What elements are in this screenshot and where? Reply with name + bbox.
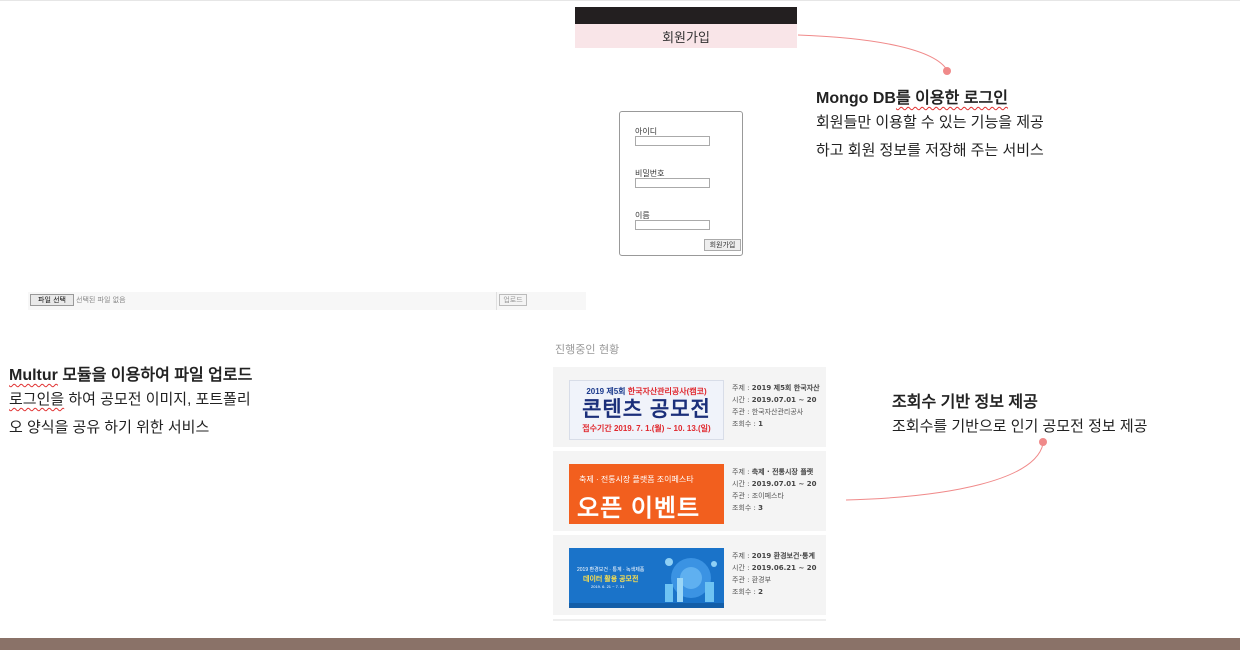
name-input[interactable] xyxy=(635,220,710,230)
contest-host: 조이페스타 xyxy=(751,492,784,500)
upload-bar: 파일 선택 선택된 파일 없음 업로드 xyxy=(28,292,586,310)
signup-form: 아이디 비밀번호 이름 회원가입 xyxy=(619,111,743,256)
contest-meta: 주제 : 축제 · 전통시장 플랫 시간 : 2019.07.01 ~ 20 주… xyxy=(732,466,816,514)
no-file-text: 선택된 파일 없음 xyxy=(76,296,126,304)
upload-feature-line-1-prefix: 로그인을 xyxy=(9,391,65,408)
contest-host: 한국자산관리공사 xyxy=(751,408,804,416)
poster-2-line-1: 축제 · 전통시장 플랫폼 조이페스타 xyxy=(579,475,694,484)
contest-views: 3 xyxy=(758,504,764,512)
host-label: 주관 : xyxy=(732,576,752,584)
time-label: 시간 : xyxy=(732,564,752,572)
poster-1-line-3: 접수기간 2019. 7. 1.(월) ~ 10. 13.(일) xyxy=(582,424,711,433)
progress-section-label: 진행중인 현황 xyxy=(555,343,620,356)
upload-feature-line-1: 로그인을 하여 공모전 이미지, 포트폴리 xyxy=(9,386,251,414)
contest-poster-1[interactable]: 2019 제5회 한국자산관리공사(캠코) 콘텐츠 공모전 접수기간 2019.… xyxy=(569,380,724,440)
host-label: 주관 : xyxy=(732,492,752,500)
views-connector-line xyxy=(845,443,1044,501)
time-label: 시간 : xyxy=(732,396,752,404)
contest-views: 1 xyxy=(758,420,764,428)
contest-subject: 2019 제5회 한국자산 xyxy=(751,384,820,392)
login-feature-line-2: 하고 회원 정보를 저장해 주는 서비스 xyxy=(816,142,1044,159)
contest-meta: 주제 : 2019 환경보건·통계 시간 : 2019.06.21 ~ 20 주… xyxy=(732,550,816,598)
upload-feature-line-2: 오 양식을 공유 하기 위한 서비스 xyxy=(9,419,210,436)
signup-banner-label: 회원가입 xyxy=(662,30,710,46)
poster-1-line-2: 콘텐츠 공모전 xyxy=(582,398,711,421)
id-input[interactable] xyxy=(635,136,710,146)
upload-feature-title-rest: 모듈을 이용하여 파일 업로드 xyxy=(57,367,253,384)
contest-subject: 축제 · 전통시장 플랫 xyxy=(751,468,814,476)
signup-banner-header xyxy=(575,7,797,24)
poster-3-line-3: 2019. 6. 21 ~ 7. 31 xyxy=(591,584,625,589)
password-input[interactable] xyxy=(635,178,710,188)
poster-1-line-1: 2019 제5회 한국자산관리공사(캠코) xyxy=(570,386,723,397)
top-divider xyxy=(0,0,1240,1)
host-label: 주관 : xyxy=(732,408,752,416)
contest-time: 2019.07.01 ~ 20 xyxy=(751,396,817,404)
login-connector-dot xyxy=(943,67,951,75)
upload-divider xyxy=(496,292,497,310)
signup-banner[interactable]: 회원가입 xyxy=(575,24,797,48)
contest-poster-3[interactable]: 2019 환경보건 · 통계 · 녹색제품 데이터 활용 공모전 2019. 6… xyxy=(569,548,724,608)
contest-time: 2019.07.01 ~ 20 xyxy=(751,480,817,488)
footer-bar xyxy=(0,638,1240,650)
contest-views: 2 xyxy=(758,588,764,596)
upload-feature-line-1-rest: 하여 공모전 이미지, 포트폴리 xyxy=(64,391,251,408)
views-feature-line-1: 조회수를 기반으로 인기 공모전 정보 제공 xyxy=(892,418,1148,435)
list-end-divider xyxy=(553,619,826,621)
subject-label: 주제 : xyxy=(732,552,752,560)
views-label: 조회수 : xyxy=(732,504,759,512)
contest-meta: 주제 : 2019 제5회 한국자산 시간 : 2019.07.01 ~ 20 … xyxy=(732,382,820,430)
contest-host: 환경부 xyxy=(751,576,772,584)
upload-button[interactable]: 업로드 xyxy=(499,294,527,306)
contest-card[interactable]: 2019 환경보건 · 통계 · 녹색제품 데이터 활용 공모전 2019. 6… xyxy=(553,535,826,615)
login-feature-title-prefix: Mongo DB xyxy=(816,90,896,107)
signup-submit-button[interactable]: 회원가입 xyxy=(704,239,741,251)
subject-label: 주제 : xyxy=(732,384,752,392)
contest-subject: 2019 환경보건·통계 xyxy=(751,552,815,560)
upload-feature-title-prefix: Multur xyxy=(9,367,58,384)
time-label: 시간 : xyxy=(732,480,752,488)
contest-card[interactable]: 축제 · 전통시장 플랫폼 조이페스타 오픈 이벤트 주제 : 축제 · 전통시… xyxy=(553,451,826,531)
upload-feature-title: Multur 모듈을 이용하여 파일 업로드 xyxy=(9,361,252,385)
choose-file-button[interactable]: 파일 선택 xyxy=(30,294,74,306)
poster-1-line-1a: 2019 제5회 xyxy=(586,387,628,396)
contest-poster-2[interactable]: 축제 · 전통시장 플랫폼 조이페스타 오픈 이벤트 xyxy=(569,464,724,524)
poster-2-line-2: 오픈 이벤트 xyxy=(577,495,701,522)
poster-1-line-1b: 한국자산관리공사(캠코) xyxy=(627,387,707,396)
login-feature-title-rest: 를 이용한 로그인 xyxy=(895,90,1008,107)
poster-3-line-2: 데이터 활용 공모전 xyxy=(583,576,639,583)
views-label: 조회수 : xyxy=(732,588,759,596)
subject-label: 주제 : xyxy=(732,468,752,476)
contest-time: 2019.06.21 ~ 20 xyxy=(751,564,817,572)
contest-card[interactable]: 2019 제5회 한국자산관리공사(캠코) 콘텐츠 공모전 접수기간 2019.… xyxy=(553,367,826,447)
views-feature-title: 조회수 기반 정보 제공 xyxy=(892,394,1038,411)
login-connector-line xyxy=(797,34,948,71)
views-label: 조회수 : xyxy=(732,420,759,428)
login-feature-title: Mongo DB를 이용한 로그인 xyxy=(816,84,1008,108)
poster-3-line-1: 2019 환경보건 · 통계 · 녹색제품 xyxy=(577,567,645,573)
login-feature-line-1: 회원들만 이용할 수 있는 기능을 제공 xyxy=(816,114,1044,131)
